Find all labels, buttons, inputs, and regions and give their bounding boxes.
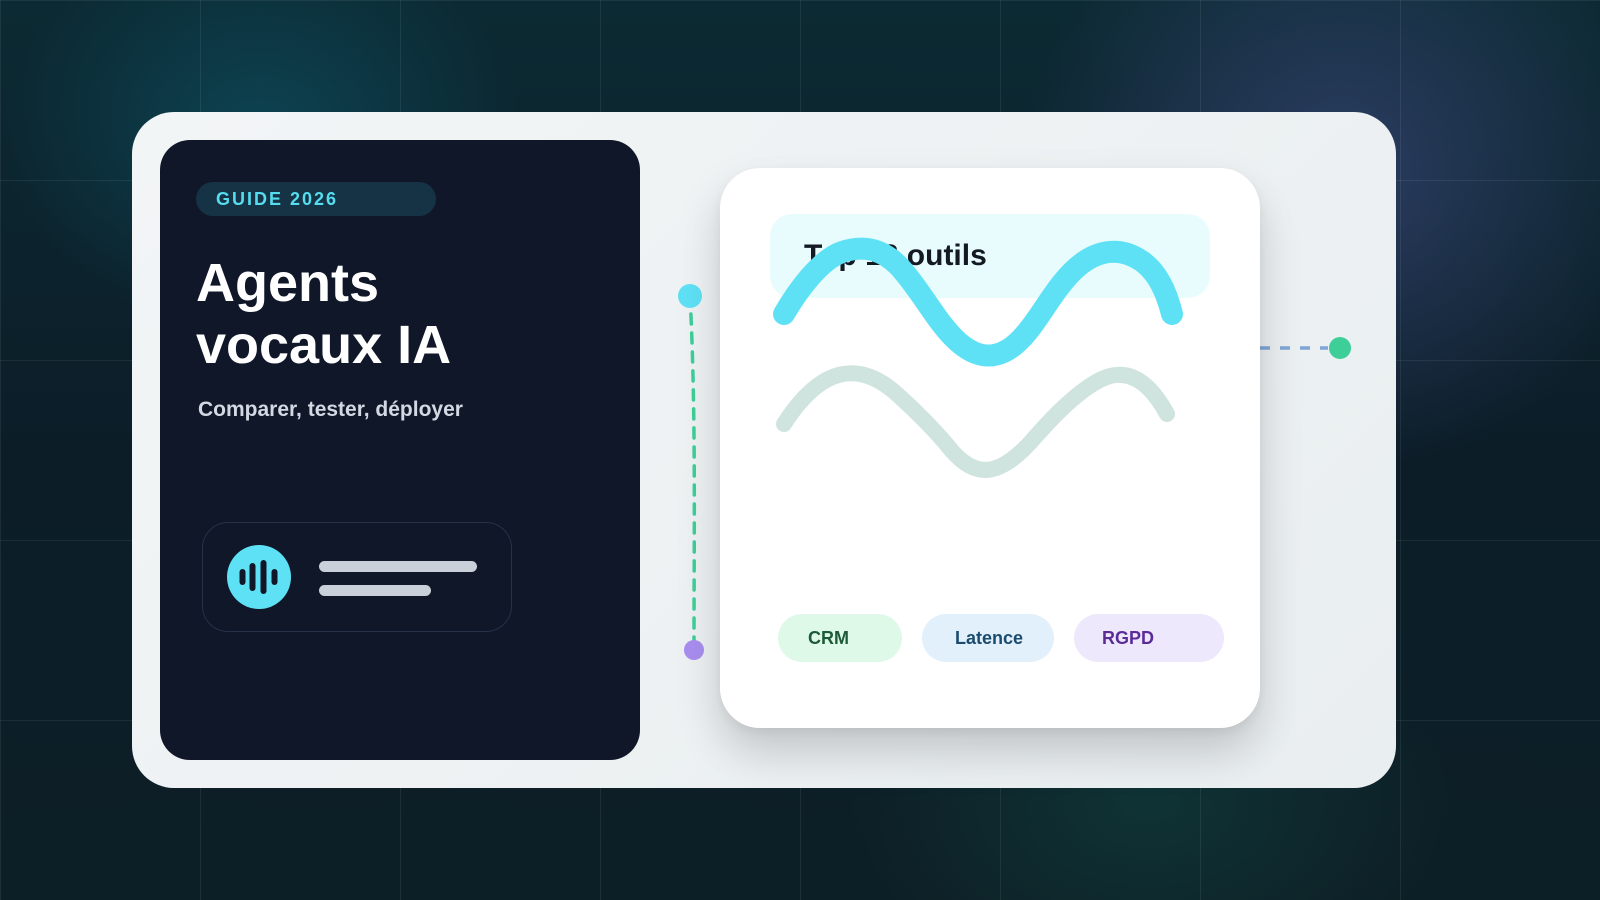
- connector-top-dot: [678, 284, 702, 308]
- tools-card: Top 12 outils CRM Latence RGPD: [720, 168, 1260, 728]
- waveform-illustration: [773, 237, 1183, 478]
- tag-latence: Latence: [922, 614, 1054, 662]
- connector-bottom-dot: [684, 640, 704, 660]
- hero-card: GUIDE 2026 Agents vocaux IA Comparer, te…: [132, 112, 1396, 788]
- connector-right-dot: [1329, 337, 1351, 359]
- tag-rgpd: RGPD: [1074, 614, 1224, 662]
- vertical-dashed-connector: [688, 293, 697, 649]
- secondary-wave: [776, 365, 1175, 478]
- tag-crm: CRM: [778, 614, 902, 662]
- primary-wave: [773, 237, 1183, 367]
